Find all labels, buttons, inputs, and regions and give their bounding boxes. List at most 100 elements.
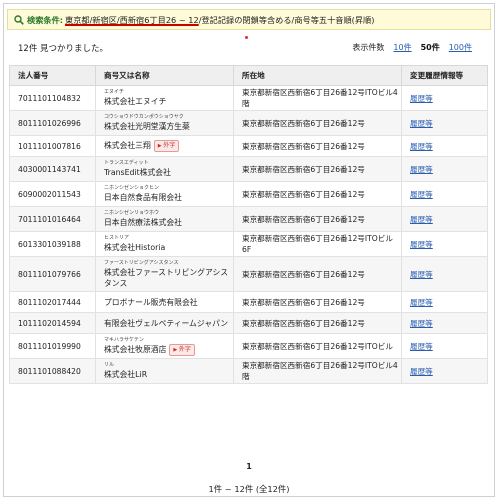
company-name-cell: トランスエディット TransEdit株式会社 [95, 156, 234, 182]
company-name-cell: コウショウドウカンポウショウヤク 株式会社光明堂漢方生薬 [95, 110, 234, 136]
company-name: 株式会社LiR [104, 370, 148, 379]
company-address: 東京都新宿区西新宿6丁目26番12号 [233, 291, 402, 313]
table-row: 8011101088420 リル 株式会社LiR 東京都新宿区西新宿6丁目26番12号… [9, 358, 488, 384]
header-history: 変更履歴情報等 [401, 65, 488, 86]
company-name: TransEdit株式会社 [104, 168, 171, 177]
company-kana: ニホンシゼンリョウホウ [104, 210, 160, 216]
history-link[interactable]: 履歴等 [410, 142, 433, 151]
company-kana: トランスエディット [104, 160, 149, 166]
history-link[interactable]: 履歴等 [410, 342, 433, 351]
company-address: 東京都新宿区西新宿6丁目26番12号 [233, 156, 402, 182]
history-link[interactable]: 履歴等 [410, 319, 433, 328]
history-cell: 履歴等 [401, 85, 488, 111]
table-row: 4030001143741 トランスエディット TransEdit株式会社 東京都新宿… [9, 156, 488, 182]
table-row: 8011101019990マキハラサケテン株式会社牧原酒店外字東京都新宿区西新宿… [9, 333, 488, 359]
header-corporate-number: 法人番号 [9, 65, 96, 86]
corporate-number: 4030001143741 [9, 156, 96, 182]
history-link[interactable]: 履歴等 [410, 190, 433, 199]
table-row: 8011101079766 ファーストリビングアシスタンス 株式会社ファーストリビン… [9, 256, 488, 292]
corporate-number: 8011101026996 [9, 110, 96, 136]
company-name: 株式会社光明堂漢方生薬 [104, 122, 190, 131]
company-name: 日本自然食品有限会社 [104, 193, 182, 202]
company-address: 東京都新宿区西新宿6丁目26番12号 [233, 256, 402, 292]
company-kana: ファーストリビングアシスタンス [104, 259, 179, 266]
history-cell: 履歴等 [401, 206, 488, 232]
history-link[interactable]: 履歴等 [410, 94, 433, 103]
company-address: 東京都新宿区西新宿6丁目26番12号ITOビル6F [233, 231, 402, 257]
company-name: 有限会社ヴェルペティームジャパン [104, 318, 229, 328]
company-kana: コウショウドウカンポウショウヤク [104, 114, 184, 120]
table-row: 1011101007816株式会社三翔外字東京都新宿区西新宿6丁目26番12号履… [9, 135, 488, 157]
corporate-number: 6013301039188 [9, 231, 96, 257]
company-name-cell: ヒストリア 株式会社Historia [95, 231, 234, 257]
company-name: 株式会社牧原酒店 [104, 344, 167, 354]
header-address: 所在地 [233, 65, 402, 86]
company-name-cell: エヌイチ 株式会社エヌイチ [95, 85, 234, 111]
company-name-cell: リル株式会社LiR [95, 358, 234, 384]
corporate-number: 8011101088420 [9, 358, 96, 384]
corporate-number: 8011101079766 [9, 256, 96, 292]
history-cell: 履歴等 [401, 135, 488, 157]
history-link[interactable]: 履歴等 [410, 298, 433, 307]
company-name-cell: ファーストリビングアシスタンス 株式会社ファーストリビングアシスタンス [95, 256, 234, 292]
corporate-number: 6090002011543 [9, 181, 96, 207]
history-cell: 履歴等 [401, 291, 488, 313]
search-condition-address: 東京都/新宿区/西新宿6丁目26 ~ 12 [65, 14, 199, 25]
page-size-50-current: 50件 [420, 43, 440, 52]
history-link[interactable]: 履歴等 [410, 367, 433, 376]
history-link[interactable]: 履歴等 [410, 215, 433, 224]
history-cell: 履歴等 [401, 156, 488, 182]
company-address: 東京都新宿区西新宿6丁目26番12号ITOビル4階 [233, 358, 402, 384]
table-row: 8011102017444 プロボナール販売有限会社 東京都新宿区西新宿6丁目26番… [9, 291, 488, 313]
history-link[interactable]: 履歴等 [410, 270, 433, 279]
result-summary: 1件 ~ 12件 (全12件) [208, 484, 290, 494]
company-name-cell: ニホンシゼンリョウホウ日本自然療法株式会社 [95, 206, 234, 232]
history-cell: 履歴等 [401, 312, 488, 334]
company-kana: リル [104, 362, 115, 368]
history-link[interactable]: 履歴等 [410, 119, 433, 128]
company-address: 東京都新宿区西新宿6丁目26番12号ITOビル4階 [233, 85, 402, 111]
corporate-number: 8011102017444 [9, 291, 96, 313]
company-name: 日本自然療法株式会社 [104, 218, 182, 227]
table-row: 6090002011543 ニホンシゼンショクヒン 日本自然食品有限会社 東京都新宿区… [9, 181, 488, 207]
history-cell: 履歴等 [401, 181, 488, 207]
company-name-cell: 株式会社三翔外字 [95, 135, 234, 157]
history-cell: 履歴等 [401, 256, 488, 292]
history-cell: 履歴等 [401, 358, 488, 384]
history-cell: 履歴等 [401, 110, 488, 136]
company-name: 株式会社エヌイチ [104, 97, 167, 106]
history-cell: 履歴等 [401, 231, 488, 257]
corporate-number: 1011102014594 [9, 312, 96, 334]
table-header-row: 法人番号 商号又は名称 所在地 変更履歴情報等 [9, 65, 488, 86]
corporate-number: 7011101104832 [9, 85, 96, 111]
company-kana: マキハラサケテン [104, 336, 144, 343]
table-row: 8011101026996 コウショウドウカンポウショウヤク 株式会社光明堂漢方生薬… [9, 110, 488, 136]
history-cell: 履歴等 [401, 333, 488, 359]
company-address: 東京都新宿区西新宿6丁目26番12号 [233, 181, 402, 207]
history-link[interactable]: 履歴等 [410, 165, 433, 174]
table-row: 6013301039188 ヒストリア 株式会社Historia 東京都新宿区西新宿6… [9, 231, 488, 257]
company-address: 東京都新宿区西新宿6丁目26番12号 [233, 206, 402, 232]
result-count: 12件 見つかりました。 [18, 44, 109, 54]
search-condition-label: 検索条件: [27, 14, 64, 25]
page-size-10-link[interactable]: 10件 [393, 42, 411, 53]
company-address: 東京都新宿区西新宿6丁目26番12号 [233, 110, 402, 136]
company-name: 株式会社三翔 [104, 141, 151, 150]
search-condition-options: /登記記録の閉鎖等含める/商号等五十音順(昇順) [198, 14, 375, 25]
corporate-number: 8011101019990 [9, 333, 96, 359]
page-number-current: 1 [246, 462, 252, 471]
table-row: 7011101016464 ニホンシゼンリョウホウ 日本自然療法株式会社 東京都新宿区… [9, 206, 488, 232]
company-address: 東京都新宿区西新宿6丁目26番12号 [233, 312, 402, 334]
corporate-number: 1011101007816 [9, 135, 96, 157]
company-name-cell: マキハラサケテン株式会社牧原酒店外字 [95, 333, 234, 359]
page-size-selector: 表示件数 10件 50件 100件 [352, 42, 472, 53]
foreign-char-badge[interactable]: 外字 [169, 343, 195, 356]
table-row: 1011102014594 有限会社ヴェルペティームジャパン 東京都新宿区西新宿6丁… [9, 312, 488, 334]
table-row: 7011101104832 エヌイチ 株式会社エヌイチ 東京都新宿区西新宿6丁目26番… [9, 85, 488, 111]
company-name: 株式会社ファーストリビングアシスタンス [104, 267, 229, 288]
search-condition-bar: 検索条件: 東京都/新宿区/西新宿6丁目26 ~ 12 /登記記録の閉鎖等含める… [7, 9, 491, 30]
foreign-char-badge[interactable]: 外字 [153, 140, 180, 152]
corporate-number: 7011101016464 [9, 206, 96, 232]
history-link[interactable]: 履歴等 [410, 240, 433, 249]
page-size-100-link[interactable]: 100件 [449, 42, 472, 53]
